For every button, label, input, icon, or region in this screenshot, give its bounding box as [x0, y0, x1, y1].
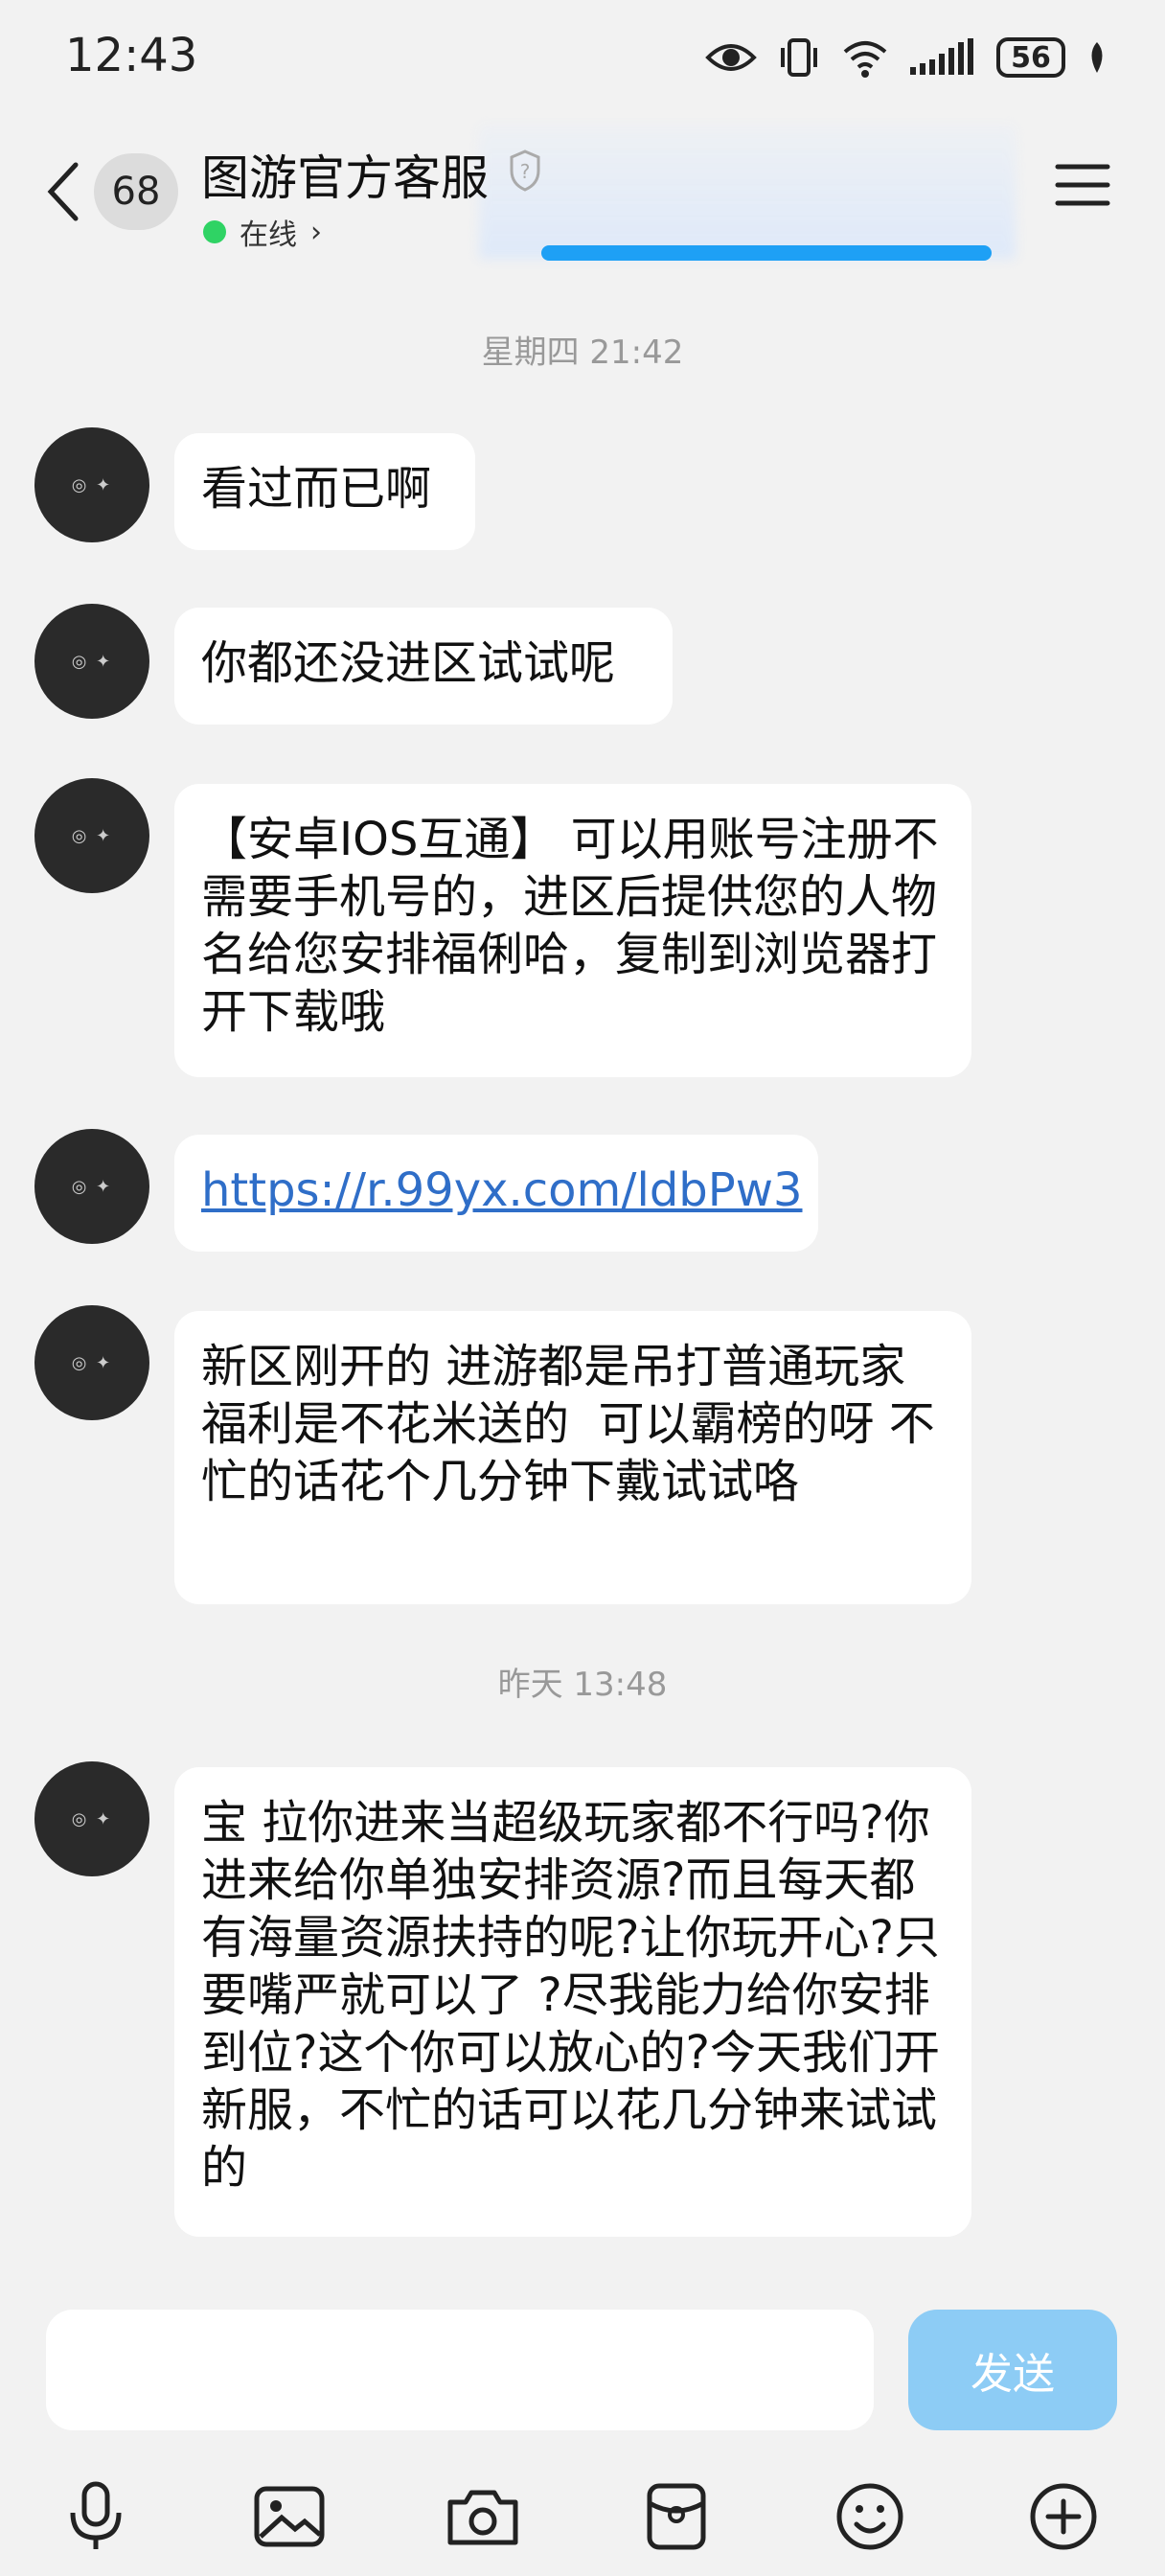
blurred-banner-bar [541, 245, 992, 261]
microphone-icon[interactable] [48, 2469, 144, 2564]
avatar-logo-icon: ◎ ✦ [71, 1352, 113, 1373]
input-bar: 发送 [0, 2290, 1165, 2576]
menu-button[interactable] [1054, 161, 1111, 213]
wifi-icon [841, 36, 889, 79]
chat-header: 68 图游官方客服 ? 在线 › [0, 125, 1165, 261]
avatar-logo-icon: ◎ ✦ [71, 1176, 113, 1197]
chat-title[interactable]: 图游官方客服 [201, 140, 489, 209]
online-dot-icon [203, 220, 226, 243]
eye-icon [705, 38, 757, 77]
message-bubble[interactable]: 新区刚开的 进游都是吊打普通玩家 福利是不花米送的 可以霸榜的呀 不忙的话花个几… [174, 1311, 971, 1604]
unread-count-badge[interactable]: 68 [94, 153, 178, 230]
avatar[interactable]: ◎ ✦ [34, 1761, 149, 1876]
online-status-label: 在线 [240, 218, 297, 252]
message-bubble[interactable]: 看过而已啊 [174, 433, 475, 550]
avatar-logo-icon: ◎ ✦ [71, 474, 113, 495]
hamburger-icon [1055, 164, 1110, 206]
battery-level: 56 [1011, 40, 1051, 75]
avatar-logo-icon: ◎ ✦ [71, 651, 113, 672]
status-icons: 56 [705, 29, 1108, 86]
help-icon[interactable]: ? [508, 150, 542, 196]
signal-icon [910, 38, 975, 77]
message-bubble[interactable]: 【安卓IOS互通】 可以用账号注册不需要手机号的，进区后提供您的人物名给您安排福… [174, 784, 971, 1077]
avatar-logo-icon: ◎ ✦ [71, 825, 113, 846]
avatar[interactable]: ◎ ✦ [34, 427, 149, 542]
online-status[interactable]: 在线 › [203, 211, 322, 253]
message-bubble[interactable]: 宝 拉你进来当超级玩家都不行吗?你进来给你单独安排资源?而且每天都有海量资源扶持… [174, 1767, 971, 2237]
back-button[interactable] [38, 153, 86, 230]
input-toolbar [0, 2469, 1165, 2564]
red-packet-icon[interactable] [628, 2469, 724, 2564]
message-input[interactable] [46, 2310, 874, 2430]
avatar[interactable]: ◎ ✦ [34, 1305, 149, 1420]
message-link[interactable]: https://r.99yx.com/ldbPw3 [174, 1135, 818, 1252]
chevron-right-icon: › [310, 215, 322, 249]
vibrate-icon [778, 36, 820, 79]
avatar[interactable]: ◎ ✦ [34, 778, 149, 893]
svg-text:?: ? [520, 160, 531, 183]
image-icon[interactable] [241, 2469, 337, 2564]
battery-indicator: 56 [996, 37, 1065, 78]
status-time: 12:43 [65, 29, 198, 82]
message-bubble[interactable]: 你都还没进区试试呢 [174, 608, 673, 724]
plus-icon[interactable] [1016, 2469, 1111, 2564]
send-button[interactable]: 发送 [908, 2310, 1117, 2430]
avatar[interactable]: ◎ ✦ [34, 1129, 149, 1244]
chevron-left-icon [47, 162, 79, 221]
leaf-icon [1086, 40, 1108, 75]
blurred-banner [479, 125, 1016, 259]
emoji-icon[interactable] [822, 2469, 918, 2564]
status-bar: 12:43 56 [0, 0, 1165, 115]
avatar[interactable]: ◎ ✦ [34, 604, 149, 719]
avatar-logo-icon: ◎ ✦ [71, 1808, 113, 1829]
camera-icon[interactable] [435, 2469, 531, 2564]
timestamp-separator: 星期四 21:42 [481, 334, 684, 372]
timestamp-separator: 昨天 13:48 [497, 1666, 668, 1704]
